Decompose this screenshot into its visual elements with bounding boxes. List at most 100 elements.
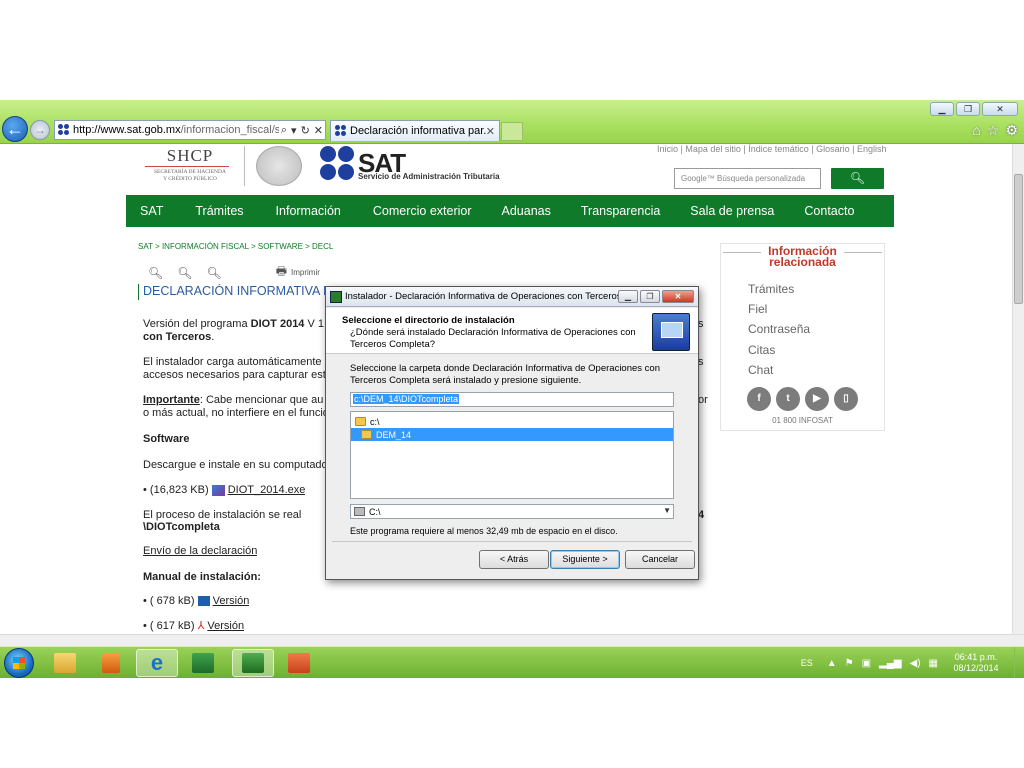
network-signal-icon[interactable]: ▂▄▆ bbox=[879, 658, 901, 669]
action-center-flag-icon[interactable]: ⚑ bbox=[845, 658, 854, 669]
start-button[interactable] bbox=[4, 648, 34, 678]
top-links[interactable]: Inicio | Mapa del sitio | Índice temátic… bbox=[657, 144, 886, 154]
monitor-icon[interactable]: ▦ bbox=[929, 658, 938, 669]
paragraph-fragment: or bbox=[698, 394, 708, 406]
taskbar-explorer[interactable] bbox=[44, 649, 86, 677]
settings-gear-icon[interactable]: ⚙ bbox=[1005, 122, 1018, 139]
twitter-icon[interactable]: t bbox=[776, 387, 800, 411]
folder-open-icon bbox=[355, 417, 366, 426]
nav-item-comercio-exterior[interactable]: Comercio exterior bbox=[355, 204, 486, 218]
tree-item-selected[interactable]: DEM_14 bbox=[351, 428, 673, 441]
cancel-button[interactable]: Cancelar bbox=[625, 550, 695, 569]
nav-item-transparencia[interactable]: Transparencia bbox=[565, 204, 674, 218]
social-icons: f t ▶ ▯ bbox=[747, 387, 858, 411]
side-link-contrasena[interactable]: Contraseña bbox=[748, 322, 810, 336]
dialog-titlebar[interactable]: Instalador - Declaración Informativa de … bbox=[326, 287, 698, 307]
paragraph-process-line1: El proceso de instalación se real bbox=[143, 509, 302, 521]
nav-item-aduanas[interactable]: Aduanas bbox=[486, 204, 565, 218]
dialog-window-controls: ▁ ❐ ✕ bbox=[618, 290, 694, 303]
folder-icon bbox=[54, 653, 76, 673]
nav-item-sala-de-prensa[interactable]: Sala de prensa bbox=[674, 204, 788, 218]
dialog-close-icon[interactable]: ✕ bbox=[662, 290, 694, 303]
scrollbar-thumb[interactable] bbox=[1014, 174, 1023, 304]
manual-link[interactable]: Versión bbox=[213, 595, 250, 607]
taskbar-installer[interactable] bbox=[232, 649, 274, 677]
excel-icon bbox=[192, 653, 214, 673]
text-reset-icon[interactable]: 🔍︎ bbox=[177, 266, 192, 280]
tree-item-root[interactable]: c:\ bbox=[355, 415, 380, 428]
youtube-icon[interactable]: ▶ bbox=[805, 387, 829, 411]
manual-link[interactable]: Versión bbox=[207, 620, 244, 632]
show-hidden-icons-icon[interactable]: ▲ bbox=[827, 658, 837, 669]
nav-item-tramites[interactable]: Trámites bbox=[177, 204, 257, 218]
download-item: • (16,823 KB) DIOT_2014.exe bbox=[143, 484, 305, 496]
side-link-tramites[interactable]: Trámites bbox=[748, 282, 794, 296]
sat-logo-icon[interactable] bbox=[320, 146, 354, 180]
download-link[interactable]: DIOT_2014.exe bbox=[228, 484, 306, 496]
vertical-scrollbar[interactable] bbox=[1012, 144, 1024, 634]
window-controls: ▁ ❐ ✕ bbox=[930, 102, 1018, 116]
drive-select[interactable]: C:\ ▼ bbox=[350, 504, 674, 519]
side-link-fiel[interactable]: Fiel bbox=[748, 302, 767, 316]
text-larger-icon[interactable]: 🔍︎ bbox=[206, 266, 221, 280]
search-icon[interactable]: ⌕ bbox=[281, 124, 287, 137]
browser-tab[interactable]: Declaración informativa par... ✕ bbox=[330, 120, 500, 141]
search-button[interactable]: 🔍︎ bbox=[831, 168, 884, 189]
minimize-icon[interactable]: ▁ bbox=[930, 102, 954, 116]
address-bar[interactable]: http://www.sat.gob.mx/informacion_fiscal… bbox=[54, 120, 326, 140]
shcp-logo[interactable]: SHCP SECRETARÍA DE HACIENDA Y CRÉDITO PÚ… bbox=[145, 146, 235, 183]
facebook-icon[interactable]: f bbox=[747, 387, 771, 411]
site-search-input[interactable]: Google™ Búsqueda personalizada bbox=[674, 168, 821, 189]
nav-item-informacion[interactable]: Información bbox=[258, 204, 355, 218]
device-icon[interactable]: ▣ bbox=[862, 658, 871, 669]
chevron-down-icon[interactable]: ▼ bbox=[663, 506, 671, 515]
dialog-maximize-icon[interactable]: ❐ bbox=[640, 290, 660, 303]
close-icon[interactable]: ✕ bbox=[982, 102, 1018, 116]
paragraph-bold: con Terceros bbox=[143, 331, 212, 343]
dropdown-icon[interactable]: ▾ bbox=[291, 124, 297, 137]
taskbar-excel[interactable] bbox=[182, 649, 224, 677]
print-label[interactable]: Imprimir bbox=[291, 268, 320, 277]
horizontal-scrollbar[interactable] bbox=[0, 634, 1024, 646]
home-icon[interactable]: ⌂ bbox=[972, 122, 980, 139]
maximize-icon[interactable]: ❐ bbox=[956, 102, 980, 116]
breadcrumb[interactable]: SAT > INFORMACIÓN FISCAL > SOFTWARE > DE… bbox=[138, 242, 333, 251]
new-tab-button[interactable] bbox=[501, 122, 523, 141]
side-link-citas[interactable]: Citas bbox=[748, 343, 775, 357]
mobile-app-icon[interactable]: ▯ bbox=[834, 387, 858, 411]
back-button[interactable]: < Atrás bbox=[479, 550, 549, 569]
infosat-phone: 01 800 INFOSAT bbox=[772, 416, 833, 425]
address-host: http://www.sat.gob.mx bbox=[73, 124, 181, 136]
language-indicator[interactable]: ES bbox=[801, 658, 813, 668]
favorites-star-icon[interactable]: ☆ bbox=[987, 122, 1000, 139]
install-path-input[interactable]: c:\DEM_14\DIOTcompleta bbox=[350, 392, 674, 407]
text-smaller-icon[interactable]: 🔍︎ bbox=[148, 266, 163, 280]
dialog-header: Seleccione el directorio de instalación … bbox=[326, 308, 698, 354]
address-text[interactable]: http://www.sat.gob.mx/informacion_fiscal… bbox=[73, 124, 279, 136]
clock[interactable]: 06:41 p.m. 08/12/2014 bbox=[946, 652, 1006, 674]
forward-arrow-icon[interactable]: → bbox=[30, 120, 50, 140]
installer-file-icon bbox=[211, 484, 225, 496]
refresh-icon[interactable]: ↻ bbox=[301, 124, 310, 137]
taskbar-internet-explorer[interactable]: e bbox=[136, 649, 178, 677]
logo-divider bbox=[244, 146, 245, 186]
stop-icon[interactable]: ✕ bbox=[314, 124, 323, 137]
installer-icon bbox=[242, 653, 264, 673]
envio-link[interactable]: Envío de la declaración bbox=[143, 545, 257, 557]
taskbar: e ES ▲ ⚑ ▣ ▂▄▆ ◀) ▦ 06:41 p.m. 08/12/201… bbox=[0, 646, 1024, 678]
manual-size: • ( 678 kB) bbox=[143, 595, 195, 607]
tab-close-icon[interactable]: ✕ bbox=[486, 125, 495, 138]
next-button[interactable]: Siguiente > bbox=[550, 550, 620, 569]
show-desktop-button[interactable] bbox=[1014, 647, 1024, 678]
side-link-chat[interactable]: Chat bbox=[748, 363, 773, 377]
nav-item-sat[interactable]: SAT bbox=[126, 204, 177, 218]
taskbar-powerpoint[interactable] bbox=[278, 649, 320, 677]
dialog-minimize-icon[interactable]: ▁ bbox=[618, 290, 638, 303]
back-arrow-icon[interactable]: ← bbox=[2, 116, 28, 142]
directory-tree[interactable]: c:\ DEM_14 bbox=[350, 411, 674, 499]
nav-item-contacto[interactable]: Contacto bbox=[788, 204, 868, 218]
print-icon[interactable]: 🖶 bbox=[276, 262, 287, 283]
taskbar-media-player[interactable] bbox=[90, 649, 132, 677]
related-info-box: Información relacionada Trámites Fiel Co… bbox=[720, 243, 885, 431]
volume-icon[interactable]: ◀) bbox=[910, 658, 921, 669]
